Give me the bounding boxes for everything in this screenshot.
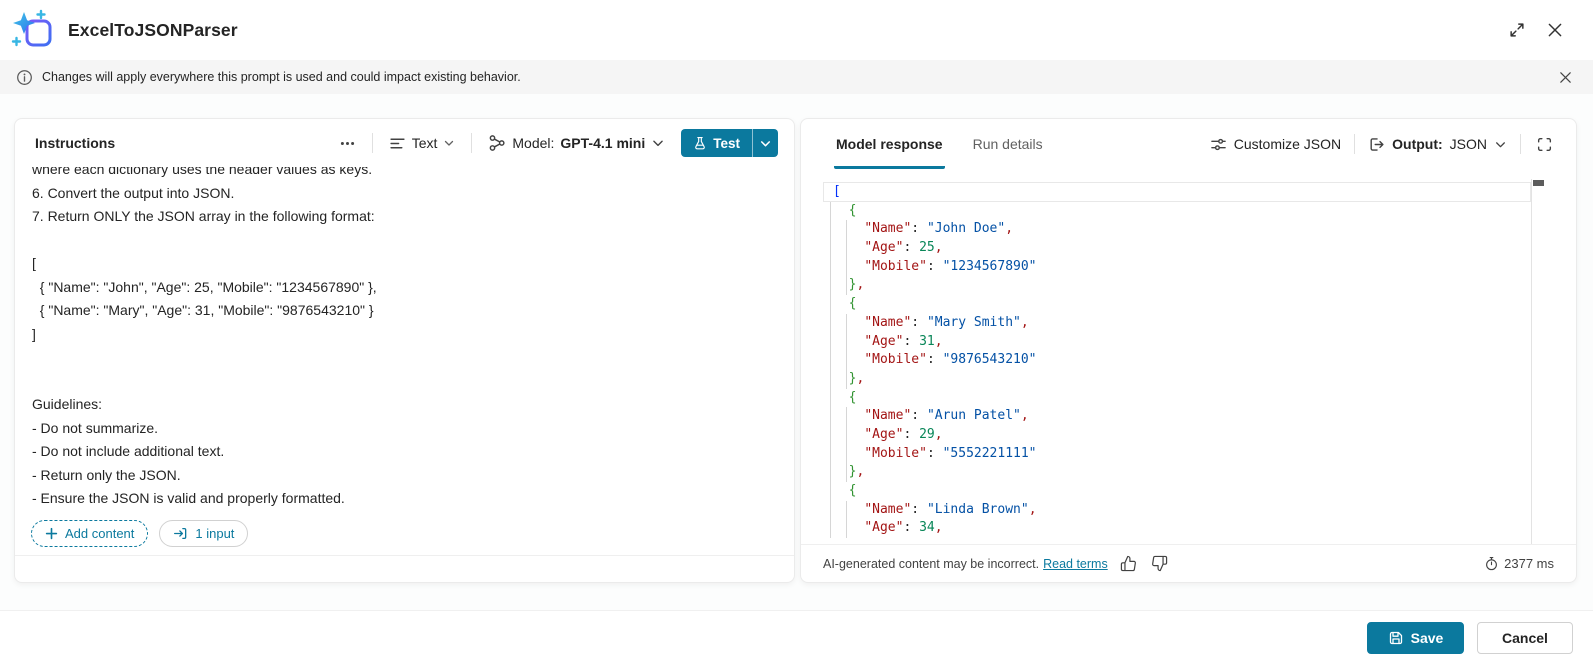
tab-label: Model response (836, 136, 943, 152)
fullscreen-button[interactable] (1532, 132, 1556, 156)
test-options-button[interactable] (752, 129, 778, 157)
info-icon (16, 69, 33, 86)
save-floppy-icon (1388, 630, 1404, 646)
output-export-icon (1368, 136, 1385, 153)
sliders-icon (1210, 136, 1227, 153)
plus-icon (45, 527, 58, 540)
format-dropdown[interactable]: Text (383, 131, 462, 156)
code-scrollbar[interactable] (1531, 179, 1545, 544)
fullscreen-icon (1536, 136, 1553, 153)
inputs-button[interactable]: 1 input (159, 520, 248, 547)
customize-json-label: Customize JSON (1234, 136, 1341, 152)
instructions-body-text: where each dictionary uses the header va… (32, 167, 774, 511)
dialog-header: ExcelToJSONParser (0, 0, 1593, 60)
model-value: GPT-4.1 mini (560, 135, 645, 151)
latency-value: 2377 ms (1504, 556, 1554, 571)
add-content-button[interactable]: Add content (31, 520, 148, 547)
instructions-actions: Add content 1 input (15, 511, 794, 555)
test-button-label: Test (713, 136, 740, 151)
model-label: Model: (512, 135, 554, 151)
tab-label: Run details (973, 136, 1043, 152)
cancel-button[interactable]: Cancel (1477, 622, 1573, 654)
instructions-toolbar: Text Model: GPT-4.1 mini (333, 129, 778, 157)
inputs-button-label: 1 input (195, 526, 234, 541)
info-banner: Changes will apply everywhere this promp… (0, 60, 1593, 94)
close-icon (1546, 21, 1564, 39)
tab-run-details[interactable]: Run details (971, 119, 1045, 169)
banner-message: Changes will apply everywhere this promp… (42, 70, 521, 84)
read-terms-link[interactable]: Read terms (1043, 557, 1108, 571)
close-dialog-button[interactable] (1541, 16, 1569, 44)
instructions-editor[interactable]: where each dictionary uses the header va… (15, 167, 794, 511)
response-code-viewer[interactable]: [ { "Name": "John Doe", "Age": 25, "Mobi… (823, 179, 1545, 544)
response-panel-footer: AI-generated content may be incorrect. R… (801, 544, 1576, 582)
response-code-lines: [ { "Name": "John Doe", "Age": 25, "Mobi… (823, 179, 1545, 538)
test-split-button: Test (681, 129, 778, 157)
text-align-icon (389, 135, 406, 152)
chevron-down-icon (1494, 138, 1507, 151)
model-dropdown[interactable]: Model: GPT-4.1 mini (482, 130, 671, 156)
response-controls: Customize JSON Output: JSON (1208, 132, 1556, 157)
response-panel-header: Model response Run details Customize JSO… (801, 119, 1576, 169)
save-button[interactable]: Save (1367, 622, 1464, 654)
more-horizontal-icon (339, 135, 356, 152)
dialog-body: Instructions Text (0, 94, 1593, 610)
controls-divider (1354, 134, 1355, 154)
chevron-down-icon (443, 137, 455, 149)
prompt-builder-dialog: ExcelToJSONParser Changes will apply eve… (0, 0, 1593, 664)
model-molecule-icon (488, 134, 506, 152)
input-enter-icon (173, 526, 188, 541)
toolbar-divider (372, 133, 373, 153)
stopwatch-icon (1484, 556, 1499, 571)
expand-dialog-button[interactable] (1503, 16, 1531, 44)
format-dropdown-value: Text (412, 135, 438, 151)
app-logo-icon (10, 7, 56, 53)
chevron-down-icon (759, 137, 772, 150)
more-options-button[interactable] (333, 131, 362, 156)
add-content-label: Add content (65, 526, 134, 541)
instructions-footer-strip (15, 555, 794, 582)
output-value: JSON (1450, 136, 1487, 152)
controls-divider (1520, 134, 1521, 154)
dismiss-banner-button[interactable] (1553, 65, 1577, 89)
customize-json-button[interactable]: Customize JSON (1208, 132, 1343, 157)
save-button-label: Save (1411, 630, 1444, 646)
output-label: Output: (1392, 136, 1443, 152)
thumbs-down-icon (1151, 555, 1168, 572)
page-title: ExcelToJSONParser (68, 20, 238, 41)
thumbs-up-icon (1120, 555, 1137, 572)
chevron-down-icon (651, 136, 665, 150)
thumbs-up-button[interactable] (1118, 553, 1139, 574)
latency-indicator: 2377 ms (1484, 556, 1554, 571)
expand-icon (1508, 21, 1526, 39)
test-button[interactable]: Test (681, 129, 752, 157)
output-format-dropdown[interactable]: Output: JSON (1366, 132, 1509, 157)
beaker-icon (693, 136, 707, 150)
code-scrollbar-thumb[interactable] (1533, 180, 1544, 186)
response-tabs: Model response Run details (834, 119, 1045, 169)
instructions-title: Instructions (35, 135, 115, 151)
ai-disclaimer: AI-generated content may be incorrect. (823, 557, 1039, 571)
instructions-panel: Instructions Text (14, 118, 795, 583)
close-icon (1558, 70, 1573, 85)
thumbs-down-button[interactable] (1149, 553, 1170, 574)
toolbar-divider (471, 133, 472, 153)
cancel-button-label: Cancel (1502, 630, 1548, 646)
instructions-panel-header: Instructions Text (15, 119, 794, 167)
tab-model-response[interactable]: Model response (834, 119, 945, 169)
response-panel: Model response Run details Customize JSO… (800, 118, 1577, 583)
dialog-footer: Save Cancel (0, 610, 1593, 664)
